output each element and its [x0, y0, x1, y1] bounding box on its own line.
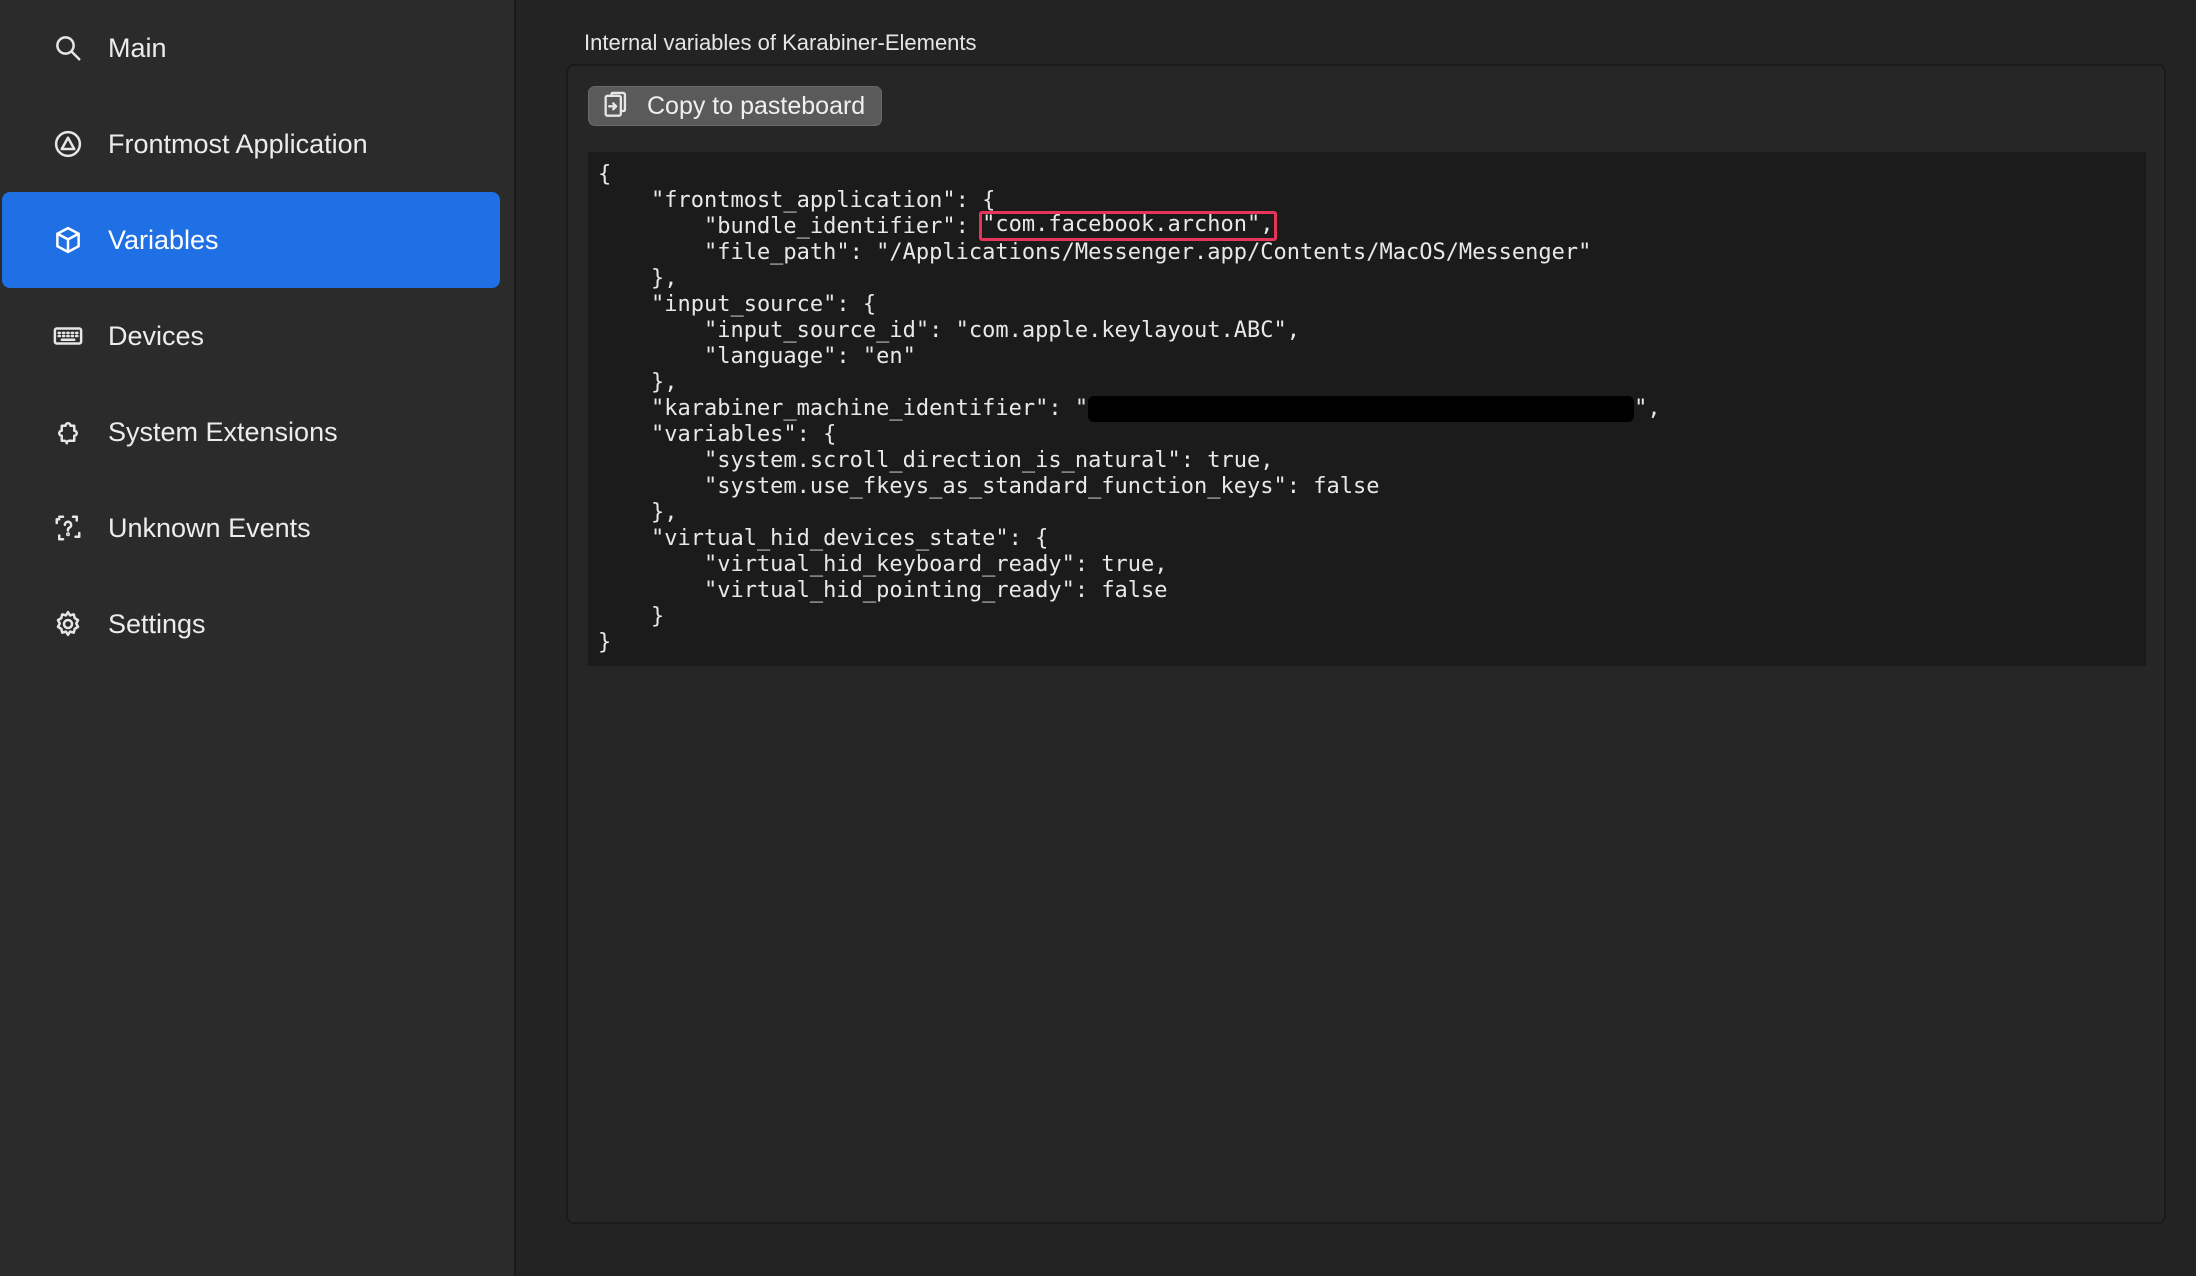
search-icon: [52, 32, 84, 64]
sidebar-item-frontmost-application[interactable]: Frontmost Application: [2, 96, 500, 192]
sidebar: Main Frontmost Application Variables Dev…: [0, 0, 516, 1276]
code-line: "frontmost_application": {: [598, 188, 996, 213]
page-title: Internal variables of Karabiner-Elements: [584, 30, 977, 55]
code-line: },: [598, 266, 678, 291]
code-line: "system.scroll_direction_is_natural": tr…: [598, 448, 1274, 473]
copy-to-pasteboard-button[interactable]: Copy to pasteboard: [588, 86, 883, 126]
sidebar-item-label: Main: [108, 32, 167, 63]
puzzle-icon: [52, 416, 84, 448]
keyboard-icon: [52, 320, 84, 352]
sidebar-item-label: Settings: [108, 608, 206, 639]
code-line: "karabiner_machine_identifier": " ",: [598, 396, 2146, 422]
sidebar-item-system-extensions[interactable]: System Extensions: [2, 384, 500, 480]
code-line: "virtual_hid_keyboard_ready": true,: [598, 552, 1168, 577]
sidebar-item-main[interactable]: Main: [2, 0, 500, 96]
sidebar-item-variables[interactable]: Variables: [2, 192, 500, 288]
app-triangle-icon: [52, 128, 84, 160]
sidebar-item-settings[interactable]: Settings: [2, 576, 500, 672]
code-line: "input_source": {: [598, 292, 877, 317]
sidebar-item-label: Frontmost Application: [108, 128, 368, 159]
code-line: "file_path": "/Applications/Messenger.ap…: [598, 240, 1592, 265]
code-line: },: [598, 370, 678, 395]
code-line: "virtual_hid_devices_state": {: [598, 526, 1049, 551]
code-line: }: [598, 630, 612, 655]
sidebar-item-label: System Extensions: [108, 416, 338, 447]
sidebar-item-label: Variables: [108, 224, 219, 255]
sidebar-item-label: Unknown Events: [108, 512, 311, 543]
gear-icon: [52, 608, 84, 640]
clipboard-icon: [601, 90, 629, 123]
code-line: },: [598, 500, 678, 525]
code-key: "karabiner_machine_identifier": ": [598, 396, 1089, 421]
code-line: "language": "en": [598, 344, 916, 369]
main-content: Internal variables of Karabiner-Elements…: [516, 0, 2196, 1276]
redacted-machine-identifier: [1088, 396, 1635, 422]
code-line: }: [598, 604, 665, 629]
code-key: "bundle_identifier":: [598, 214, 983, 239]
sidebar-item-devices[interactable]: Devices: [2, 288, 500, 384]
copy-button-label: Copy to pasteboard: [647, 91, 866, 120]
code-line: "virtual_hid_pointing_ready": false: [598, 578, 1168, 603]
question-square-icon: [52, 512, 84, 544]
cube-icon: [52, 224, 84, 256]
app-window: Main Frontmost Application Variables Dev…: [0, 0, 2196, 1276]
variables-panel: Copy to pasteboard { "frontmost_applicat…: [566, 64, 2166, 1224]
json-code-view[interactable]: { "frontmost_application": { "bundle_ide…: [588, 152, 2146, 666]
code-line: {: [598, 162, 612, 187]
sidebar-item-unknown-events[interactable]: Unknown Events: [2, 480, 500, 576]
code-line: "input_source_id": "com.apple.keylayout.…: [598, 318, 1300, 343]
code-line: "variables": {: [598, 422, 837, 447]
code-line: "system.use_fkeys_as_standard_function_k…: [598, 474, 1380, 499]
code-value-end: ",: [1634, 396, 1661, 421]
sidebar-item-label: Devices: [108, 320, 205, 351]
highlighted-bundle-identifier: "com.facebook.archon",: [979, 211, 1277, 241]
code-line: "bundle_identifier": "com.facebook.archo…: [598, 211, 2146, 241]
